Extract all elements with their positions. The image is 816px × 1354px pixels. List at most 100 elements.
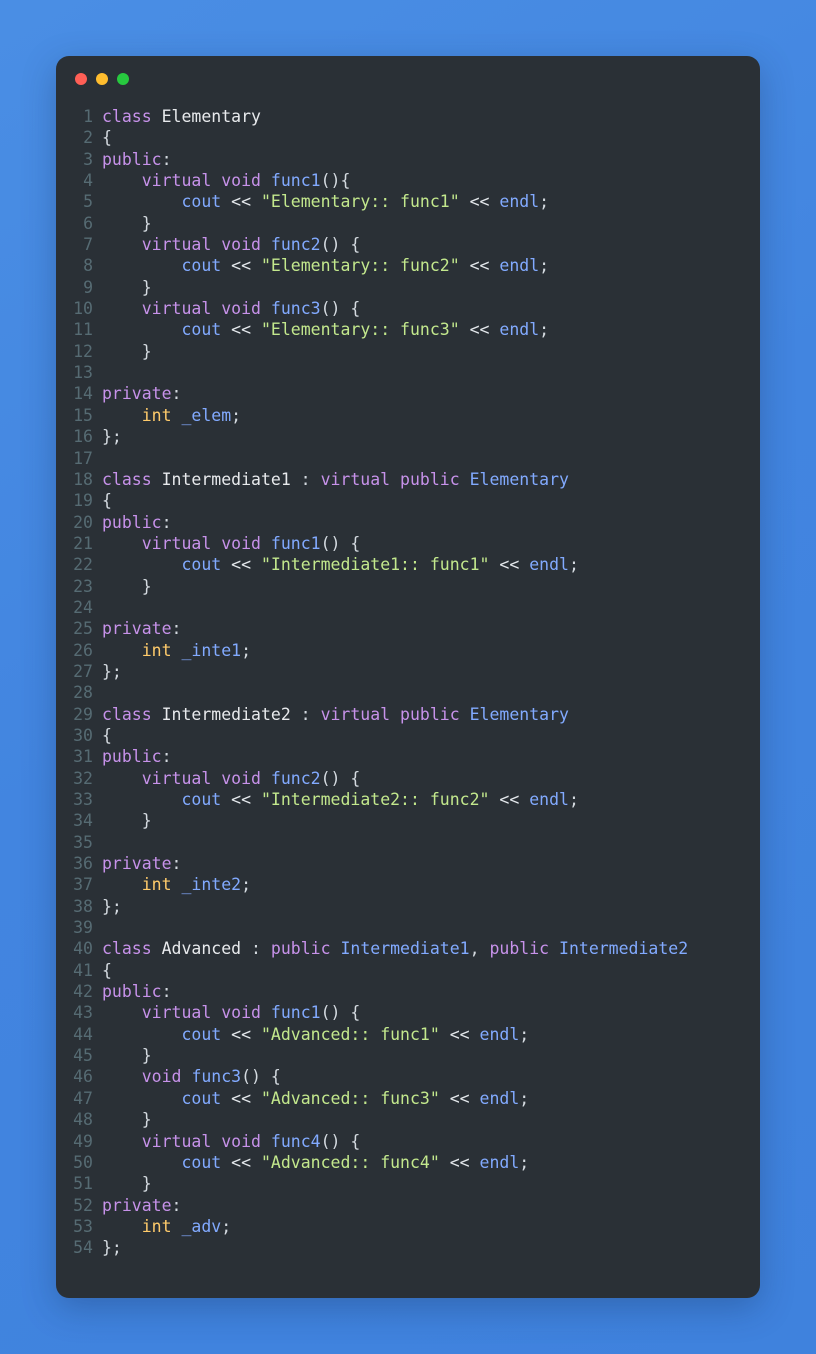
code-line[interactable]: 11 cout << "Elementary:: func3" << endl; bbox=[56, 319, 760, 340]
line-content[interactable]: { bbox=[102, 490, 760, 511]
line-content[interactable]: cout << "Advanced:: func3" << endl; bbox=[102, 1088, 760, 1109]
line-content[interactable]: private: bbox=[102, 1195, 760, 1216]
code-line[interactable]: 16}; bbox=[56, 426, 760, 447]
line-content[interactable]: }; bbox=[102, 1237, 760, 1258]
code-line[interactable]: 15 int _elem; bbox=[56, 405, 760, 426]
line-content[interactable]: class Intermediate2 : virtual public Ele… bbox=[102, 704, 760, 725]
code-line[interactable]: 24 bbox=[56, 597, 760, 618]
line-content[interactable]: } bbox=[102, 213, 760, 234]
code-editor-content[interactable]: 1 class Elementary 2{3 public: 4 virtual voi… bbox=[56, 102, 760, 1259]
code-line[interactable]: 2{ bbox=[56, 127, 760, 148]
code-line[interactable]: 50 cout << "Advanced:: func4" << endl; bbox=[56, 1152, 760, 1173]
line-content[interactable]: } bbox=[102, 1173, 760, 1194]
line-content[interactable] bbox=[102, 832, 760, 853]
code-line[interactable]: 44 cout << "Advanced:: func1" << endl; bbox=[56, 1024, 760, 1045]
code-line[interactable]: 51 } bbox=[56, 1173, 760, 1194]
line-content[interactable]: virtual void func3() { bbox=[102, 298, 760, 319]
line-content[interactable]: { bbox=[102, 725, 760, 746]
line-content[interactable]: { bbox=[102, 127, 760, 148]
code-line[interactable]: 39 bbox=[56, 917, 760, 938]
line-content[interactable]: }; bbox=[102, 661, 760, 682]
code-line[interactable]: 9 } bbox=[56, 277, 760, 298]
code-line[interactable]: 37 int _inte2; bbox=[56, 874, 760, 895]
line-content[interactable]: } bbox=[102, 277, 760, 298]
line-content[interactable]: int _inte1; bbox=[102, 640, 760, 661]
code-line[interactable]: 54}; bbox=[56, 1237, 760, 1258]
code-line[interactable]: 33 cout << "Intermediate2:: func2" << en… bbox=[56, 789, 760, 810]
code-line[interactable]: 10 virtual void func3() { bbox=[56, 298, 760, 319]
code-line[interactable]: 19 { bbox=[56, 490, 760, 511]
line-content[interactable]: private: bbox=[102, 383, 760, 404]
code-line[interactable]: 25 private: bbox=[56, 618, 760, 639]
code-line[interactable]: 22 cout << "Intermediate1:: func1" << en… bbox=[56, 554, 760, 575]
line-content[interactable]: } bbox=[102, 576, 760, 597]
line-content[interactable]: virtual void func2() { bbox=[102, 768, 760, 789]
code-line[interactable]: 41 { bbox=[56, 960, 760, 981]
code-line[interactable]: 53 int _adv; bbox=[56, 1216, 760, 1237]
code-line[interactable]: 31 public: bbox=[56, 746, 760, 767]
code-line[interactable]: 47 cout << "Advanced:: func3" << endl; bbox=[56, 1088, 760, 1109]
code-line[interactable]: 20 public: bbox=[56, 512, 760, 533]
line-content[interactable]: { bbox=[102, 960, 760, 981]
line-content[interactable]: virtual void func1(){ bbox=[102, 170, 760, 191]
line-content[interactable] bbox=[102, 597, 760, 618]
code-line[interactable]: 35 bbox=[56, 832, 760, 853]
line-content[interactable]: class Elementary bbox=[102, 106, 760, 127]
line-content[interactable]: public: bbox=[102, 512, 760, 533]
maximize-button-icon[interactable] bbox=[117, 73, 129, 85]
line-content[interactable]: int _adv; bbox=[102, 1216, 760, 1237]
code-line[interactable]: 13 bbox=[56, 362, 760, 383]
code-line[interactable]: 40 class Advanced : public Intermediate1,… bbox=[56, 938, 760, 959]
line-content[interactable]: class Intermediate1 : virtual public Ele… bbox=[102, 469, 760, 490]
line-content[interactable] bbox=[102, 362, 760, 383]
code-line[interactable]: 26 int _inte1; bbox=[56, 640, 760, 661]
code-line[interactable]: 18 class Intermediate1 : virtual public E… bbox=[56, 469, 760, 490]
code-line[interactable]: 32 virtual void func2() { bbox=[56, 768, 760, 789]
code-line[interactable]: 4 virtual void func1(){ bbox=[56, 170, 760, 191]
code-line[interactable]: 5 cout << "Elementary:: func1" << endl; bbox=[56, 191, 760, 212]
code-line[interactable]: 42 public: bbox=[56, 981, 760, 1002]
code-line[interactable]: 45 } bbox=[56, 1045, 760, 1066]
line-content[interactable]: int _elem; bbox=[102, 405, 760, 426]
code-line[interactable]: 14 private: bbox=[56, 383, 760, 404]
line-content[interactable]: cout << "Advanced:: func4" << endl; bbox=[102, 1152, 760, 1173]
line-content[interactable]: public: bbox=[102, 981, 760, 1002]
code-line[interactable]: 7 virtual void func2() { bbox=[56, 234, 760, 255]
code-line[interactable]: 29 class Intermediate2 : virtual public E… bbox=[56, 704, 760, 725]
code-line[interactable]: 52 private: bbox=[56, 1195, 760, 1216]
code-line[interactable]: 48 } bbox=[56, 1109, 760, 1130]
line-content[interactable]: cout << "Elementary:: func3" << endl; bbox=[102, 319, 760, 340]
code-line[interactable]: 38}; bbox=[56, 896, 760, 917]
line-content[interactable]: public: bbox=[102, 746, 760, 767]
line-content[interactable]: private: bbox=[102, 853, 760, 874]
minimize-button-icon[interactable] bbox=[96, 73, 108, 85]
line-content[interactable]: cout << "Intermediate2:: func2" << endl; bbox=[102, 789, 760, 810]
line-content[interactable]: } bbox=[102, 341, 760, 362]
code-line[interactable]: 43 virtual void func1() { bbox=[56, 1002, 760, 1023]
code-line[interactable]: 27}; bbox=[56, 661, 760, 682]
line-content[interactable]: virtual void func4() { bbox=[102, 1131, 760, 1152]
line-content[interactable]: } bbox=[102, 1045, 760, 1066]
line-content[interactable]: cout << "Elementary:: func2" << endl; bbox=[102, 255, 760, 276]
code-line[interactable]: 3 public: bbox=[56, 149, 760, 170]
line-content[interactable]: }; bbox=[102, 426, 760, 447]
code-line[interactable]: 23 } bbox=[56, 576, 760, 597]
line-content[interactable]: int _inte2; bbox=[102, 874, 760, 895]
code-line[interactable]: 12 } bbox=[56, 341, 760, 362]
line-content[interactable]: cout << "Elementary:: func1" << endl; bbox=[102, 191, 760, 212]
line-content[interactable]: } bbox=[102, 810, 760, 831]
code-line[interactable]: 30 { bbox=[56, 725, 760, 746]
code-line[interactable]: 17 bbox=[56, 448, 760, 469]
code-line[interactable]: 28 bbox=[56, 682, 760, 703]
code-line[interactable]: 49 virtual void func4() { bbox=[56, 1131, 760, 1152]
code-line[interactable]: 34 } bbox=[56, 810, 760, 831]
line-content[interactable] bbox=[102, 448, 760, 469]
line-content[interactable]: cout << "Advanced:: func1" << endl; bbox=[102, 1024, 760, 1045]
code-line[interactable]: 36 private: bbox=[56, 853, 760, 874]
line-content[interactable]: } bbox=[102, 1109, 760, 1130]
code-line[interactable]: 8 cout << "Elementary:: func2" << endl; bbox=[56, 255, 760, 276]
close-button-icon[interactable] bbox=[75, 73, 87, 85]
line-content[interactable]: virtual void func1() { bbox=[102, 533, 760, 554]
line-content[interactable]: }; bbox=[102, 896, 760, 917]
code-line[interactable]: 1 class Elementary bbox=[56, 106, 760, 127]
